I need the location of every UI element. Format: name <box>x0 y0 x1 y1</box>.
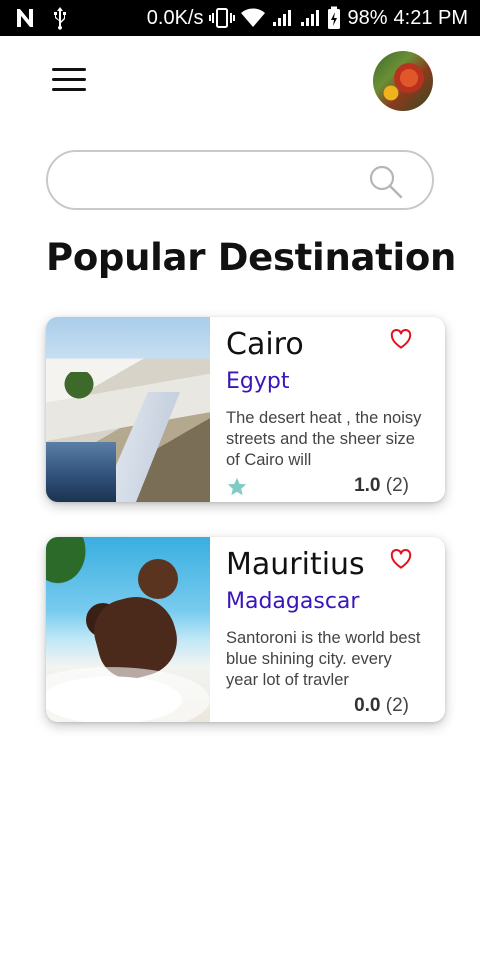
signal-icon-2 <box>299 8 321 28</box>
review-count: (2) <box>385 475 409 496</box>
rating-value: 1.0 <box>354 475 381 496</box>
destination-description: Santoroni is the world best blue shining… <box>226 629 421 689</box>
notification-n-icon <box>14 7 38 29</box>
vibrate-icon <box>209 8 236 28</box>
search-input[interactable] <box>70 160 370 200</box>
destination-card-cairo[interactable]: Cairo Egypt The desert heat , the noisy … <box>46 317 445 502</box>
usb-icon <box>52 6 68 30</box>
status-bar: 0.0K/s 98% 4:21 PM <box>0 0 480 36</box>
avatar[interactable] <box>373 51 433 111</box>
destination-country: Egypt <box>226 369 290 394</box>
review-count: (2) <box>385 695 409 716</box>
page-title: Popular Destination <box>46 236 457 279</box>
rating: 1.0 (2) <box>354 475 409 497</box>
destination-title: Cairo <box>226 327 304 362</box>
destination-card-mauritius[interactable]: Mauritius Madagascar Santoroni is the wo… <box>46 537 445 722</box>
network-speed: 0.0K/s <box>146 6 204 29</box>
destination-country: Madagascar <box>226 589 360 614</box>
star-icon <box>226 476 248 498</box>
search-icon[interactable] <box>368 164 404 200</box>
heart-icon[interactable] <box>390 549 414 571</box>
signal-icon <box>271 8 293 28</box>
destination-title: Mauritius <box>226 547 365 582</box>
clock: 4:21 PM <box>393 6 468 29</box>
destination-image <box>46 537 210 722</box>
heart-icon[interactable] <box>390 329 414 351</box>
menu-icon[interactable] <box>52 68 88 94</box>
search-bar[interactable] <box>46 150 434 210</box>
rating-value: 0.0 <box>354 695 381 716</box>
destination-image <box>46 317 210 502</box>
rating: 0.0 (2) <box>354 695 409 717</box>
wifi-icon <box>241 8 266 28</box>
destination-description: The desert heat , the noisy streets and … <box>226 409 422 469</box>
battery-icon <box>327 6 341 30</box>
battery-level: 98% <box>347 6 388 29</box>
